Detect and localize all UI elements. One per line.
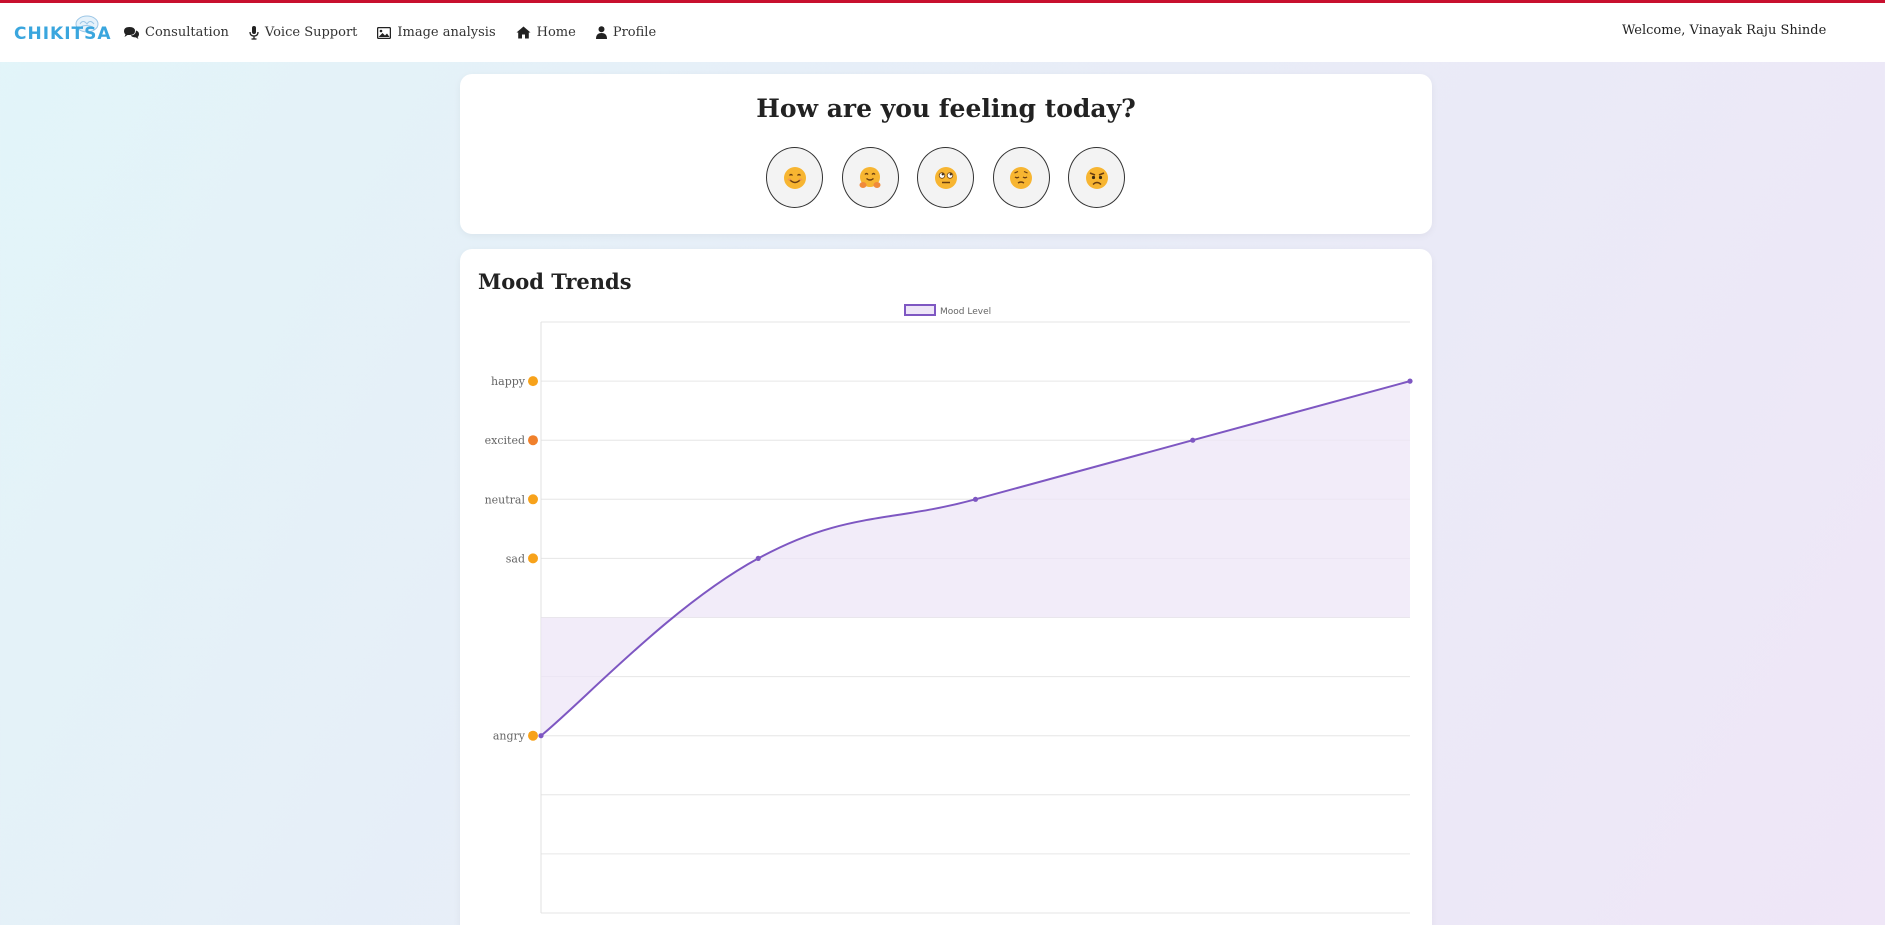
user-icon <box>595 26 607 39</box>
nav-consultation-label: Consultation <box>145 25 229 40</box>
hugging-face-icon <box>859 166 881 188</box>
data-point-4[interactable] <box>1407 378 1413 384</box>
data-point-1[interactable] <box>755 555 761 561</box>
mood-picker-card: How are you feeling today? <box>460 74 1432 234</box>
y-tick-emoji-happy-icon <box>528 376 538 387</box>
mood-button-sad[interactable] <box>992 147 1050 208</box>
mood-trend-chart: angry sad neutral excited happy Mood Level <box>485 304 1413 914</box>
nav-home[interactable]: Home <box>516 25 576 40</box>
nav-menu: Consultation Voice Support Image analysi… <box>123 3 676 62</box>
welcome-text: Welcome, Vinayak Raju Shinde <box>1622 23 1827 38</box>
data-point-3[interactable] <box>1190 437 1196 443</box>
y-tick-emoji-sad-icon <box>528 553 538 564</box>
y-tick-emoji-excited-icon <box>528 435 538 446</box>
microphone-icon <box>249 25 259 40</box>
data-point-2[interactable] <box>972 496 979 502</box>
rolling-eyes-face-icon <box>934 166 957 189</box>
brand-name: CHIKITSA <box>14 24 112 44</box>
mood-button-neutral[interactable] <box>917 147 974 208</box>
nav-image-analysis[interactable]: Image analysis <box>377 25 496 40</box>
angry-face-icon <box>1085 166 1108 189</box>
nav-image-analysis-label: Image analysis <box>397 25 496 40</box>
mood-button-excited[interactable] <box>841 147 899 208</box>
comments-icon <box>124 27 139 39</box>
y-tick-label-excited: excited <box>485 434 525 447</box>
y-tick-label-angry: angry <box>493 730 526 743</box>
legend-label: Mood Level <box>940 307 991 317</box>
mood-picker-title: How are you feeling today? <box>756 94 1136 123</box>
nav-voice-support-label: Voice Support <box>264 25 358 40</box>
navbar: CHIKITSA Consultation Voice Support Imag… <box>0 3 1885 62</box>
brand-logo[interactable]: CHIKITSA <box>14 13 111 49</box>
nav-voice-support[interactable]: Voice Support <box>249 25 357 40</box>
mood-button-group <box>766 147 1144 208</box>
nav-home-label: Home <box>536 25 576 40</box>
nav-consultation[interactable]: Consultation <box>123 25 229 40</box>
y-tick-label-neutral: neutral <box>485 493 526 506</box>
chart-legend[interactable]: Mood Level <box>904 304 991 317</box>
mood-button-angry[interactable] <box>1068 147 1125 208</box>
smiling-face-icon <box>783 166 806 189</box>
mood-button-happy[interactable] <box>766 147 823 208</box>
y-tick-label-sad: sad <box>506 552 525 565</box>
pensive-face-icon <box>1010 166 1032 189</box>
home-icon <box>516 26 531 39</box>
mood-trends-card: Mood Trends angry sad neutral excited happy … <box>460 249 1432 925</box>
y-tick-label-happy: happy <box>491 375 526 388</box>
y-tick-emoji-neutral-icon <box>528 494 538 505</box>
nav-profile-label: Profile <box>612 25 657 40</box>
y-tick-emoji-angry-icon <box>528 730 538 741</box>
image-icon <box>377 26 392 39</box>
data-point-0[interactable] <box>538 733 544 739</box>
legend-swatch <box>904 304 936 316</box>
nav-profile[interactable]: Profile <box>595 25 657 40</box>
